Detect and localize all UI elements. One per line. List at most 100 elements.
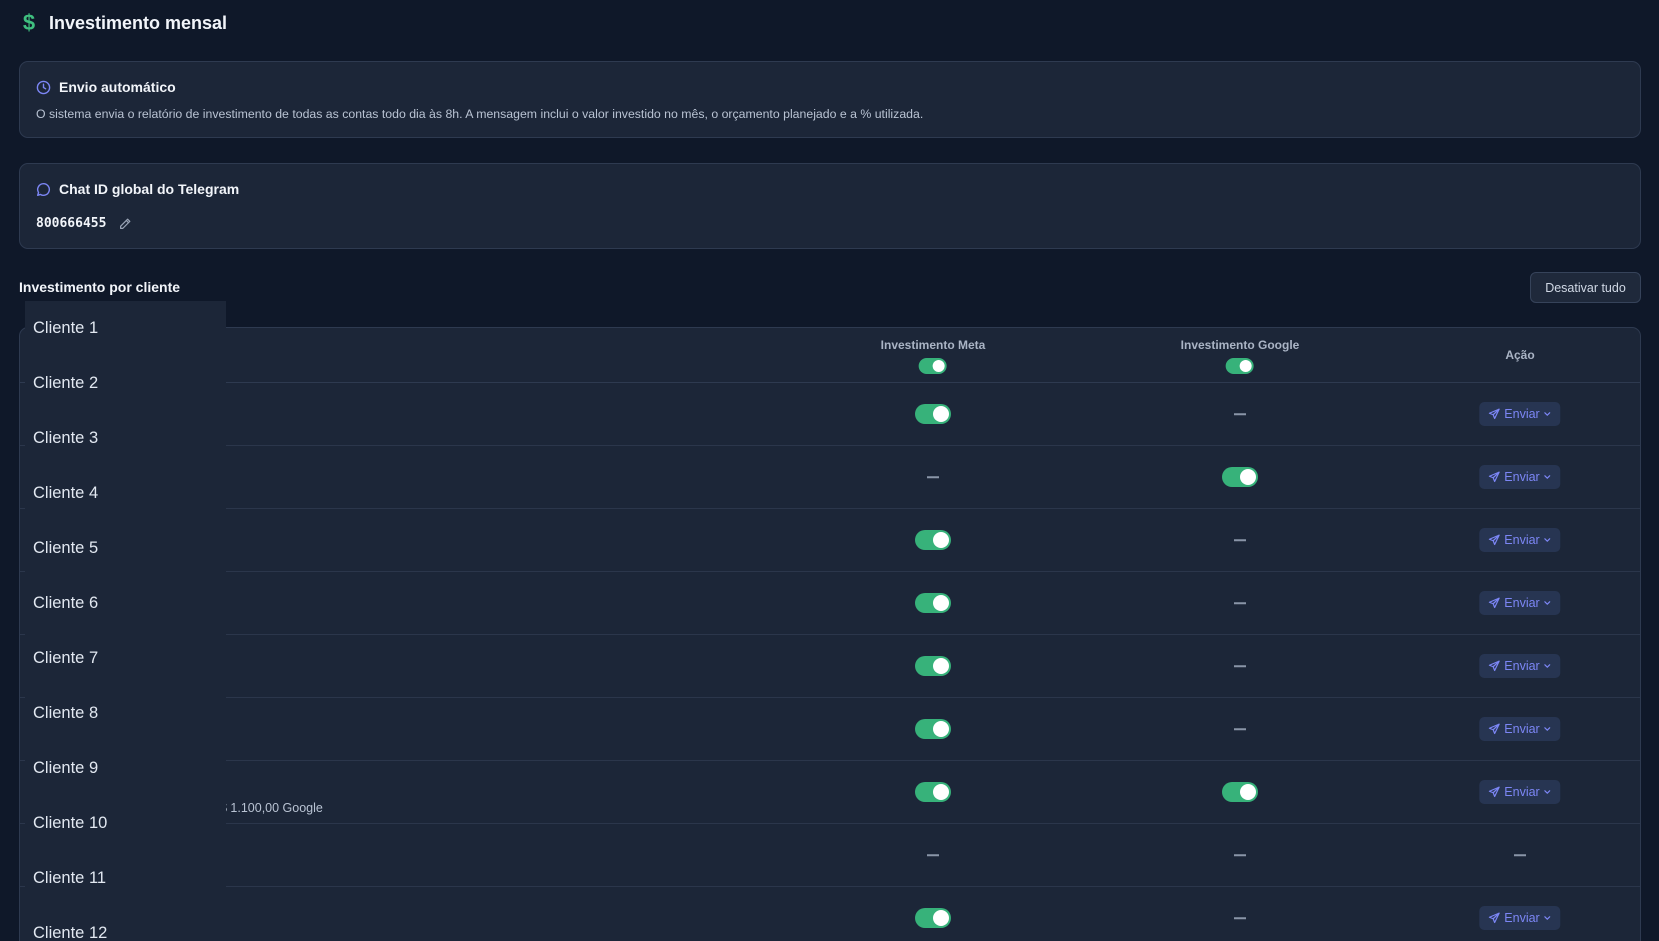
pencil-icon[interactable]: [118, 217, 132, 231]
chat-id-row: 800666455: [36, 216, 132, 231]
meta-toggle[interactable]: [915, 593, 951, 613]
chevron-down-icon: [1544, 725, 1552, 733]
google-cell: [1234, 854, 1246, 856]
send-button[interactable]: Enviar: [1479, 402, 1561, 426]
google-cell: [1234, 413, 1246, 415]
client-option[interactable]: Cliente 11: [25, 851, 226, 906]
auto-send-title: Envio automático: [59, 79, 176, 95]
google-cell: [1234, 539, 1246, 541]
google-all-toggle[interactable]: [1226, 358, 1254, 374]
meta-cell: [915, 719, 951, 739]
send-button[interactable]: Enviar: [1479, 591, 1561, 615]
table-row: Enviar: [20, 572, 1640, 635]
action-cell: Enviar: [1479, 591, 1561, 615]
toggle-knob: [933, 910, 949, 926]
empty-dash: [1234, 917, 1246, 919]
client-option[interactable]: Cliente 8: [25, 686, 226, 741]
empty-dash: [1234, 413, 1246, 415]
disable-all-button[interactable]: Desativar tudo: [1530, 272, 1641, 303]
client-option[interactable]: Cliente 3: [25, 411, 226, 466]
chevron-down-icon: [1544, 473, 1552, 481]
send-button[interactable]: Enviar: [1479, 906, 1561, 930]
client-option[interactable]: Cliente 9: [25, 741, 226, 796]
send-label: Enviar: [1504, 533, 1540, 547]
send-button[interactable]: Enviar: [1479, 465, 1561, 489]
action-cell: Enviar: [1479, 780, 1561, 804]
chat-id-value: 800666455: [36, 216, 107, 231]
action-cell: [1514, 854, 1526, 856]
meta-toggle[interactable]: [915, 404, 951, 424]
meta-all-toggle[interactable]: [918, 358, 947, 374]
table-row: Enviar $ 1.100,00 Google: [20, 761, 1640, 824]
toggle-knob: [1240, 469, 1256, 485]
send-button[interactable]: Enviar: [1479, 717, 1561, 741]
google-toggle[interactable]: [1222, 467, 1258, 487]
google-cell: [1234, 665, 1246, 667]
google-toggle[interactable]: [1222, 782, 1258, 802]
google-cell: [1222, 467, 1258, 487]
send-icon: [1488, 912, 1500, 924]
toggle-knob: [933, 721, 949, 737]
meta-toggle[interactable]: [915, 656, 951, 676]
page: $ Investimento mensal Envio automático O…: [0, 0, 1659, 941]
action-cell: Enviar: [1479, 528, 1561, 552]
meta-cell: [915, 404, 951, 424]
action-cell: Enviar: [1479, 402, 1561, 426]
empty-dash: [1234, 854, 1246, 856]
toggle-knob: [933, 532, 949, 548]
chevron-down-icon: [1544, 914, 1552, 922]
page-header: $ Investimento mensal: [19, 8, 227, 38]
client-option[interactable]: Cliente 12: [25, 906, 226, 941]
chevron-down-icon: [1544, 662, 1552, 670]
table-row: Enviar: [20, 635, 1640, 698]
send-label: Enviar: [1504, 911, 1540, 925]
client-option[interactable]: Cliente 10: [25, 796, 226, 851]
send-button[interactable]: Enviar: [1479, 780, 1561, 804]
send-label: Enviar: [1504, 659, 1540, 673]
table-row: Enviar: [20, 887, 1640, 941]
google-cell: [1234, 728, 1246, 730]
auto-send-card: Envio automático O sistema envia o relat…: [19, 61, 1641, 138]
toggle-knob: [933, 784, 949, 800]
table-row: Enviar: [20, 509, 1640, 572]
empty-dash: [1234, 602, 1246, 604]
toggle-knob: [933, 658, 949, 674]
toggle-knob: [933, 406, 949, 422]
send-icon: [1488, 723, 1500, 735]
client-option[interactable]: Cliente 4: [25, 466, 226, 521]
column-header-action-label: Ação: [1505, 348, 1535, 362]
send-label: Enviar: [1504, 470, 1540, 484]
empty-dash: [927, 476, 939, 478]
client-option[interactable]: Cliente 2: [25, 356, 226, 411]
chat-bubble-icon: [36, 182, 51, 197]
action-cell: Enviar: [1479, 465, 1561, 489]
client-dropdown-list: Cliente 1 Cliente 2 Cliente 3 Cliente 4 Clie…: [25, 301, 226, 941]
send-button[interactable]: Enviar: [1479, 528, 1561, 552]
meta-cell: [915, 593, 951, 613]
meta-toggle[interactable]: [915, 908, 951, 928]
table-body: Enviar Enviar Enviar Enviar Enviar Enviar Envi…: [20, 383, 1640, 941]
chevron-down-icon: [1544, 599, 1552, 607]
empty-dash: [1234, 539, 1246, 541]
google-cell: [1234, 917, 1246, 919]
send-label: Enviar: [1504, 596, 1540, 610]
meta-toggle[interactable]: [915, 530, 951, 550]
action-cell: Enviar: [1479, 906, 1561, 930]
send-button[interactable]: Enviar: [1479, 654, 1561, 678]
send-icon: [1488, 786, 1500, 798]
send-icon: [1488, 408, 1500, 420]
empty-dash: [1514, 854, 1526, 856]
meta-toggle[interactable]: [915, 719, 951, 739]
meta-toggle[interactable]: [915, 782, 951, 802]
empty-dash: [1234, 665, 1246, 667]
toggle-knob: [1240, 784, 1256, 800]
client-option[interactable]: Cliente 6: [25, 576, 226, 631]
chevron-down-icon: [1544, 410, 1552, 418]
column-header-meta-label: Investimento Meta: [880, 338, 986, 352]
client-option[interactable]: Cliente 5: [25, 521, 226, 576]
page-title: Investimento mensal: [49, 12, 228, 33]
client-option[interactable]: Cliente 1: [25, 301, 226, 356]
send-icon: [1488, 534, 1500, 546]
client-option[interactable]: Cliente 7: [25, 631, 226, 686]
toggle-knob: [933, 595, 949, 611]
